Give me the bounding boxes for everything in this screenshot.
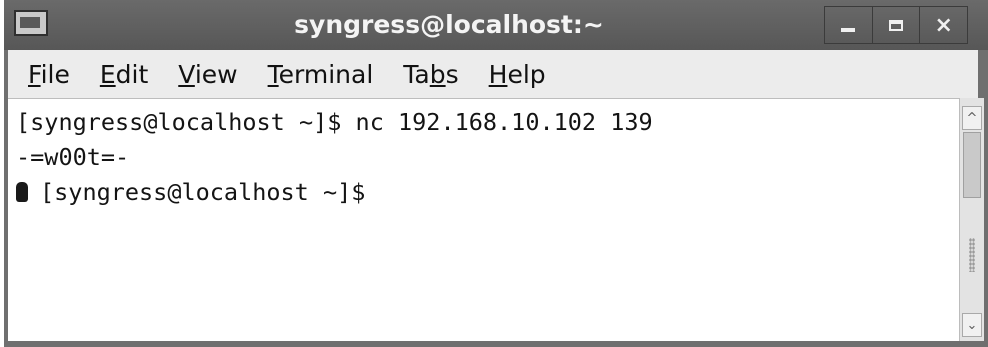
menu-edit[interactable]: Edit [100,60,148,89]
terminal-window: syngress@localhost:~ × File Edit View Te… [4,0,988,347]
menu-terminal[interactable]: Terminal [268,60,374,89]
menu-tabs-accelerator: b [429,59,446,89]
maximize-icon [889,19,903,31]
scroll-down-button[interactable]: ⌄ [962,313,982,337]
menu-help[interactable]: Help [489,60,546,89]
menu-view[interactable]: View [178,60,237,89]
menu-file-suffix: ile [40,59,70,89]
menu-view-accelerator: V [178,59,195,89]
close-button[interactable]: × [920,7,967,43]
menu-tabs[interactable]: Tabs [403,60,458,89]
menu-edit-accelerator: E [99,59,116,89]
chevron-up-icon: ^ [966,110,978,126]
menu-help-accelerator: H [488,59,508,89]
chevron-down-icon: ⌄ [966,317,978,333]
menu-tabs-prefix: Ta [403,59,430,89]
menu-tabs-suffix: s [445,59,459,89]
terminal-line: [syngress@localhost ~]$ nc 192.168.10.10… [16,108,653,136]
window-title: syngress@localhost:~ [294,10,604,39]
menu-file-accelerator: F [28,59,41,89]
maximize-button[interactable] [873,7,921,43]
menu-terminal-suffix: erminal [278,59,374,89]
terminal-output[interactable]: [syngress@localhost ~]$ nc 192.168.10.10… [8,98,959,341]
scroll-grip [969,238,975,272]
menu-view-suffix: iew [194,59,238,89]
menu-bar: File Edit View Terminal Tabs Help [8,50,978,98]
window-controls: × [824,6,968,44]
scroll-up-button[interactable]: ^ [962,106,982,130]
menu-file[interactable]: File [28,60,70,89]
close-icon: × [934,12,953,38]
menu-edit-suffix: dit [115,59,149,89]
vertical-scrollbar[interactable]: ^ ⌄ [959,98,984,341]
terminal-line: -=w00t=- [16,143,130,171]
minimize-icon [841,28,856,32]
scroll-thumb[interactable] [963,132,981,198]
title-bar[interactable]: syngress@localhost:~ × [4,0,988,50]
menu-help-suffix: elp [507,59,546,89]
minimize-button[interactable] [825,7,873,43]
menu-terminal-accelerator: T [267,59,279,89]
unknown-character-icon [16,182,28,202]
terminal-prompt: [syngress@localhost ~]$ [40,178,366,206]
terminal-line: [syngress@localhost ~]$ [16,175,959,210]
